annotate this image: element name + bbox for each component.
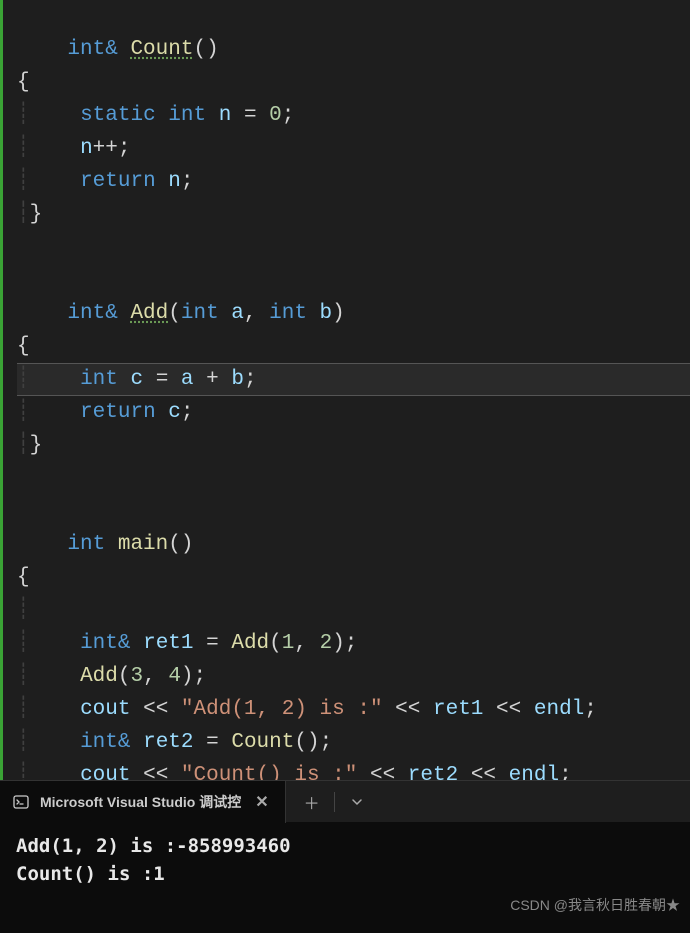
tab-actions: ＋ <box>286 788 371 816</box>
code-line[interactable]: ┊ int& ret2 = Count(); <box>3 726 690 759</box>
close-icon[interactable]: ✕ <box>251 792 272 812</box>
code-line[interactable]: ┊ Add(3, 4); <box>3 660 690 693</box>
output-line: Count() is :1 <box>16 860 674 888</box>
terminal-output[interactable]: Add(1, 2) is :-858993460 Count() is :1 <box>0 822 690 898</box>
code-line[interactable]: { <box>3 66 690 99</box>
code-line[interactable]: ┊ n++; <box>3 132 690 165</box>
watermark: CSDN @我言秋日胜春朝★ <box>510 895 680 915</box>
terminal-panel: Microsoft Visual Studio 调试控 ✕ ＋ Add(1, 2… <box>0 780 690 933</box>
terminal-icon <box>12 793 30 811</box>
code-line[interactable]: ┊ int& ret1 = Add(1, 2); <box>3 627 690 660</box>
code-line[interactable]: int& Add(int a, int b) <box>3 264 690 330</box>
function-name: Count <box>130 38 193 61</box>
code-line[interactable]: ┊ return c; <box>3 396 690 429</box>
code-line[interactable]: { <box>3 330 690 363</box>
code-line[interactable]: int& Count() <box>3 0 690 66</box>
code-line[interactable]: ┊ int c = a + b; <box>3 363 690 396</box>
chevron-down-icon[interactable] <box>343 788 371 816</box>
code-editor[interactable]: int& Count() { ┊ static int n = 0; ┊ n++… <box>0 0 690 780</box>
keyword: int& <box>67 38 117 61</box>
output-line: Add(1, 2) is :-858993460 <box>16 832 674 860</box>
code-line[interactable]: ┊ <box>3 594 690 627</box>
terminal-tab-bar: Microsoft Visual Studio 调试控 ✕ ＋ <box>0 780 690 822</box>
code-line[interactable]: { <box>3 561 690 594</box>
code-line[interactable] <box>3 462 690 495</box>
code-line[interactable] <box>3 231 690 264</box>
code-line[interactable]: ┊ return n; <box>3 165 690 198</box>
tab-title: Microsoft Visual Studio 调试控 <box>40 792 241 812</box>
code-line[interactable]: int main() <box>3 495 690 561</box>
params: () <box>193 38 218 61</box>
code-line[interactable]: ┊ static int n = 0; <box>3 99 690 132</box>
terminal-tab[interactable]: Microsoft Visual Studio 调试控 ✕ <box>0 781 286 823</box>
code-line[interactable]: ┆} <box>3 429 690 462</box>
divider <box>334 792 335 812</box>
new-tab-button[interactable]: ＋ <box>298 788 326 816</box>
code-line[interactable]: ┊ cout << "Add(1, 2) is :" << ret1 << en… <box>3 693 690 726</box>
code-line[interactable]: ┆} <box>3 198 690 231</box>
